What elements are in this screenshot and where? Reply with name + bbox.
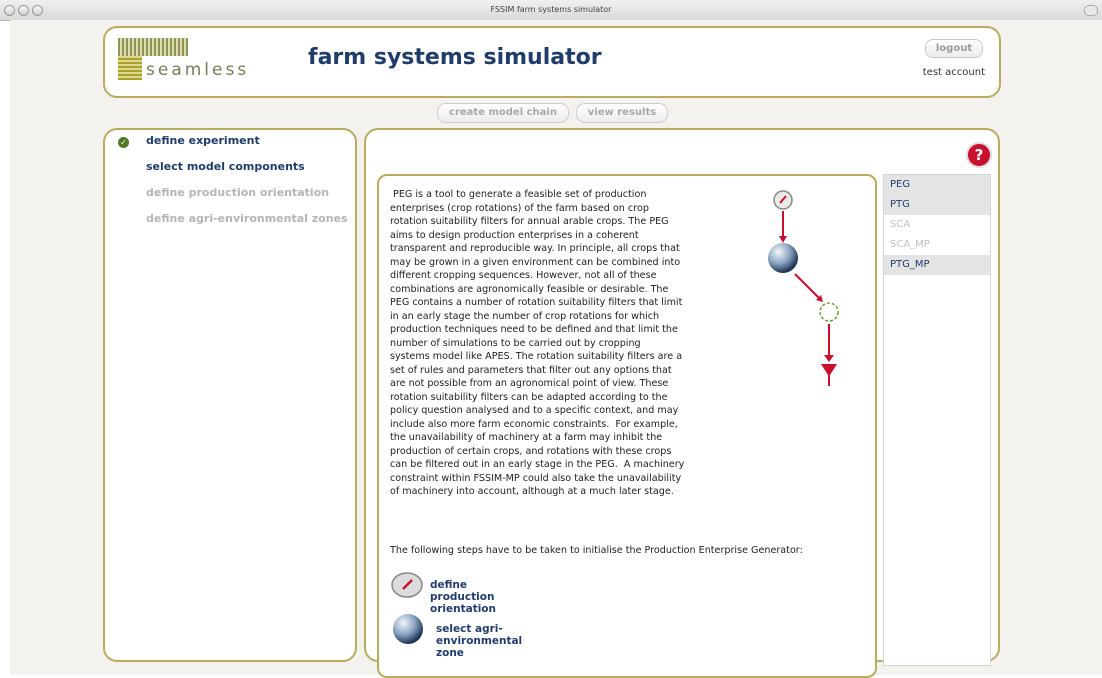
description-line: production of certain crops, and rotatio… (390, 445, 672, 457)
compass-icon (391, 572, 423, 598)
account-name: test account (922, 67, 985, 78)
description-line: production techniques need to be defined… (390, 324, 678, 335)
description-line: combinations are agronomically feasible … (390, 283, 669, 295)
app-header: seamless farm systems simulator logout t… (103, 26, 1001, 98)
description-line: may be grown in a given environment can … (390, 256, 681, 268)
nav-item-define-production-orientation: define production orientation (146, 186, 330, 199)
component-item-sca: SCA (890, 219, 911, 230)
workflow-diagram (727, 184, 867, 416)
description-line: rotation suitability filters can be adap… (390, 391, 668, 403)
step-label[interactable]: define production orientation (430, 579, 496, 615)
nav-item-select-model-components[interactable]: select model components (146, 160, 305, 173)
funnel-icon (821, 364, 837, 386)
rotation-cycle-icon (819, 302, 839, 322)
description-line: the unavailability of machinery at a far… (390, 432, 663, 443)
toolbar-toggle-icon[interactable] (1084, 5, 1098, 16)
component-item-sca-mp: SCA_MP (890, 239, 930, 250)
app-title: farm systems simulator (308, 45, 602, 70)
steps-intro-text: The following steps have to be taken to … (390, 545, 803, 556)
component-description: PEG is a tool to generate a feasible set… (390, 188, 716, 499)
step-label[interactable]: select agri-environmental zone (436, 623, 522, 659)
description-line: constraint within FSSIM-MP could also ta… (390, 472, 682, 484)
description-line: different cropping sequences. However, n… (390, 270, 657, 281)
description-line: transparent and reproducible way. In pri… (390, 243, 680, 254)
description-line: are not possible from an agronomical poi… (390, 378, 669, 389)
description-line: PEG is a tool to generate a feasible set… (390, 189, 647, 200)
description-line: include also more farm economic constrai… (390, 418, 678, 430)
logout-button[interactable]: logout (925, 39, 983, 58)
description-line: can be filtered out in an early stage in… (390, 459, 685, 470)
component-item-ptg-mp[interactable]: PTG_MP (884, 255, 990, 275)
description-line: policy question analysed and to a specif… (390, 405, 679, 416)
description-line: set of rules and parameters that filter … (390, 364, 672, 376)
logo-mosaic-graphic (118, 38, 188, 56)
description-line: in an early stage the number of crop rot… (390, 310, 660, 322)
description-line: systems model like APES. The rotation su… (390, 351, 683, 362)
workflow-steps-panel: ✓ define experiment select model compone… (103, 128, 357, 662)
globe-icon (393, 614, 423, 644)
component-description-box: PEG is a tool to generate a feasible set… (377, 174, 877, 678)
globe-icon (768, 243, 798, 273)
window-title: FSSIM farm systems simulator (490, 5, 612, 14)
nav-item-define-experiment[interactable]: define experiment (146, 134, 260, 147)
description-line: of machinery into account, although at a… (390, 486, 674, 497)
model-components-list: PEG PTG SCA SCA_MP PTG_MP (883, 174, 991, 666)
nav-item-define-agri-environmental-zones: define agri-environmental zones (146, 212, 348, 225)
create-model-chain-button[interactable]: create model chain (437, 103, 569, 123)
window-titlebar: FSSIM farm systems simulator (0, 0, 1102, 21)
compass-icon (773, 190, 793, 210)
logo-square-graphic (118, 56, 142, 80)
description-line: enterprises (crop rotations) of the farm… (390, 202, 649, 214)
description-line: aims to design production enterprises in… (390, 229, 639, 241)
help-icon[interactable]: ? (966, 142, 992, 168)
description-line: number of simulations to be carried out … (390, 337, 641, 349)
logo-text: seamless (146, 60, 250, 80)
component-item-ptg[interactable]: PTG (884, 195, 990, 215)
seamless-logo: seamless (118, 38, 278, 86)
component-item-peg[interactable]: PEG (884, 175, 990, 195)
description-line: PEG contains a number of rotation suitab… (390, 297, 683, 308)
main-panel: ? PEG is a tool to generate a feasible s… (364, 128, 1000, 678)
view-results-button[interactable]: view results (576, 103, 668, 123)
check-icon: ✓ (118, 137, 129, 148)
description-line: rotation suitability filters for annual … (390, 216, 669, 227)
